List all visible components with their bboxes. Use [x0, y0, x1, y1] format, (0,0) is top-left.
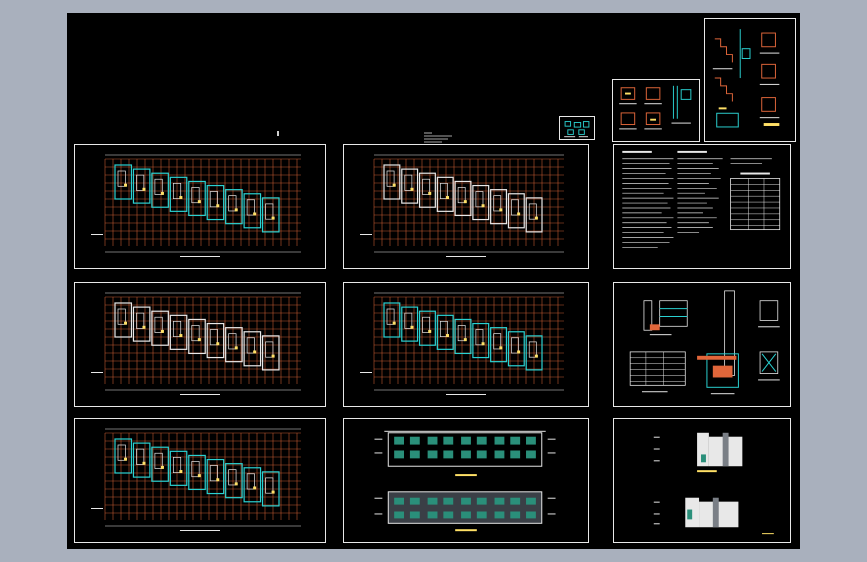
sheet-design-notes[interactable]: [613, 144, 791, 269]
cad-drawing-canvas[interactable]: [67, 13, 800, 549]
floor-plan-graphic: [91, 292, 301, 395]
floor-plan-graphic: [91, 154, 301, 257]
sheet-construction-details[interactable]: [613, 282, 791, 407]
annotation-mark: [277, 131, 279, 136]
sheet-node-details[interactable]: [612, 79, 700, 142]
legend-small-graphic: [564, 121, 590, 138]
sheet-floor-plan-1[interactable]: [74, 144, 326, 269]
sheet-floor-plan-5[interactable]: [343, 282, 589, 407]
sheet-side-elevations[interactable]: [613, 418, 791, 543]
node-details-graphic: [619, 85, 692, 130]
sheet-front-elevations[interactable]: [343, 418, 589, 543]
sheet-floor-plan-2[interactable]: [74, 282, 326, 407]
sheet-legend-small[interactable]: [559, 116, 595, 140]
stair-details-graphic: [712, 29, 780, 128]
general-note-text-block: [424, 132, 452, 143]
floor-plan-graphic: [360, 292, 564, 395]
design-notes-graphic: [622, 150, 781, 248]
sheet-stair-details[interactable]: [704, 18, 796, 142]
floor-plan-graphic: [360, 154, 564, 257]
side-elevations-graphic: [653, 432, 774, 535]
sheet-floor-plan-3[interactable]: [74, 418, 326, 543]
sheet-floor-plan-4[interactable]: [343, 144, 589, 269]
floor-plan-graphic: [91, 428, 301, 531]
front-elevations-graphic: [374, 430, 556, 532]
construction-details-graphic: [629, 290, 780, 395]
